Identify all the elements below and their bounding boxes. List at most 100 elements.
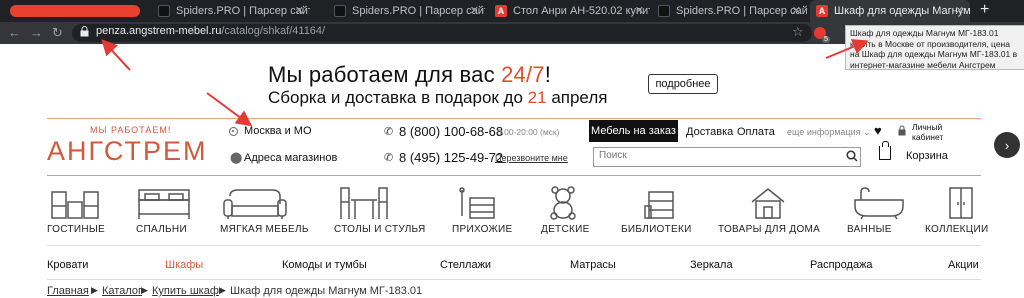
custom-furniture-button[interactable]: Мебель на заказ [589,120,678,142]
cabinet-icon[interactable] [946,186,976,220]
divider [47,175,981,176]
annotation-arrow [101,39,131,71]
category-libraries[interactable]: БИБЛИОТЕКИ [621,224,692,235]
subnav-shelves[interactable]: Стеллажи [440,259,491,271]
shopping-bag-icon[interactable] [879,141,891,160]
nav-payment[interactable]: Оплата [737,126,775,138]
living-room-icon[interactable] [50,186,100,220]
teddy-bear-icon[interactable] [546,186,580,220]
url-host: penza.angstrem-mebel.ru [96,25,222,37]
banner-text: Мы работаем для вас [268,62,502,87]
more-info-dropdown[interactable]: еще информация ⌄ [787,127,871,138]
spider-favicon-icon [334,5,346,17]
subnav-promotions[interactable]: Акции [948,259,979,271]
heart-icon[interactable]: ♥ [874,123,882,138]
tab-tooltip: Шкаф для одежды Магнум МГ-183.01 купить … [845,25,1024,70]
chevron-right-icon: ▶ [91,285,98,295]
spider-favicon-icon [658,5,670,17]
search-placeholder: Поиск [599,150,627,161]
logo-tagline: МЫ РАБОТАЕМ! [90,125,172,135]
close-icon[interactable]: ✕ [635,4,644,17]
category-bathrooms[interactable]: ВАННЫЕ [847,224,892,235]
banner-text: Сборка и доставка в подарок до [268,88,528,107]
browser-tab[interactable]: Spiders.PRO | Парсер сайтов ✕ [320,0,485,22]
chevron-right-icon: ▶ [141,285,148,295]
more-details-button[interactable]: подробнее [648,74,718,94]
new-tab-icon[interactable]: + [980,1,989,19]
browser-tab-strip: Spiders.PRO | Парсер сайтов ✕ Spiders.PR… [0,0,1024,22]
cart-link[interactable]: Корзина [906,150,948,162]
store-addresses-link[interactable]: Адреса магазинов [244,152,337,164]
house-icon[interactable] [750,186,786,220]
breadcrumb-buy-wardrobe[interactable]: Купить шкаф [152,285,219,297]
hallway-icon[interactable] [456,186,496,220]
lock-icon [80,26,89,37]
subnav-dressers[interactable]: Комоды и тумбы [282,259,367,271]
breadcrumb-current: Шкаф для одежды Магнум МГ-183.01 [230,285,423,297]
spider-favicon-icon [158,5,170,17]
tab-label: Стол Анри АН-520.02 купить [513,5,650,17]
close-icon[interactable]: ✕ [792,4,801,17]
bookcase-icon[interactable] [643,186,677,220]
phone-number-1[interactable]: 8 (800) 100-68-68 [399,124,503,139]
close-icon[interactable]: ✕ [955,4,964,17]
browser-tab-active[interactable]: A Шкаф для одежды Магнум М ✕ [810,0,970,22]
banner-headline: Мы работаем для вас 24/7! [268,62,551,88]
browser-tab[interactable]: Spiders.PRO | Парсер сайтов ✕ [150,0,310,22]
angstrem-favicon-icon: A [816,5,828,17]
map-pin-icon: ⬤ [230,152,243,164]
bookmark-star-icon[interactable]: ☆ [792,24,804,40]
phone-icon: ✆ [384,126,394,138]
phone-number-2[interactable]: 8 (495) 125-49-72 [399,150,503,165]
browser-tab[interactable]: Spiders.PRO | Парсер сайтов ✕ [652,0,807,22]
table-chairs-icon[interactable] [337,186,391,220]
chevron-right-icon: ▶ [219,285,226,295]
sofa-icon[interactable] [222,186,288,220]
bedroom-icon[interactable] [135,186,193,220]
category-soft-furniture[interactable]: МЯГКАЯ МЕБЕЛЬ [220,224,309,235]
search-input[interactable] [593,147,861,167]
subnav-beds[interactable]: Кровати [47,259,88,271]
close-icon[interactable]: ✕ [470,4,479,17]
account-link[interactable]: Личный кабинет [912,122,972,142]
breadcrumb-catalog[interactable]: Каталог [102,285,142,297]
divider [47,245,981,246]
category-kids[interactable]: ДЕТСКИЕ [541,224,590,235]
logo[interactable]: АНГСТРЕМ [47,136,208,167]
forward-icon[interactable]: → [30,25,43,40]
banner-text: ! [544,62,552,87]
chevron-right-icon[interactable]: › [994,132,1020,158]
category-collections[interactable]: КОЛЛЕКЦИИ [925,224,988,235]
padlock-icon [898,125,906,136]
breadcrumb-home[interactable]: Главная [47,285,89,297]
category-hallways[interactable]: ПРИХОЖИЕ [452,224,512,235]
browser-tab[interactable]: A Стол Анри АН-520.02 купить ✕ [490,0,650,22]
city-selector[interactable]: Москва и МО [244,125,312,137]
back-icon[interactable]: ← [8,25,21,40]
search-icon[interactable] [846,150,858,162]
tab-label: Spiders.PRO | Парсер сайтов [176,5,310,17]
bathtub-icon[interactable] [851,186,907,220]
category-tables-chairs[interactable]: СТОЛЫ И СТУЛЬЯ [334,224,426,235]
extension-badge: 5 [822,36,830,43]
redacted-tab[interactable] [10,5,140,17]
banner-text: апреля [546,88,608,107]
chevron-down-icon: ⌄ [863,127,871,137]
banner-highlight: 24/7 [501,62,545,87]
subnav-sale[interactable]: Распродажа [810,259,873,271]
tab-label: Шкаф для одежды Магнум М [834,5,970,17]
category-home-goods[interactable]: ТОВАРЫ ДЛЯ ДОМА [718,224,820,235]
tab-label: Spiders.PRO | Парсер сайтов [352,5,485,17]
annotation-arrow [206,92,253,127]
banner-highlight: 21 [527,88,547,107]
reload-icon[interactable]: ↻ [52,25,63,41]
url-text[interactable]: penza.angstrem-mebel.ru/catalog/shkaf/41… [96,25,325,37]
category-bedrooms[interactable]: СПАЛЬНИ [136,224,187,235]
close-icon[interactable]: ✕ [295,4,304,17]
callback-link[interactable]: Перезвоните мне [495,153,568,163]
nav-delivery[interactable]: Доставка [686,126,733,138]
subnav-wardrobes[interactable]: Шкафы [165,259,203,271]
subnav-mirrors[interactable]: Зеркала [690,259,733,271]
subnav-mattresses[interactable]: Матрасы [570,259,616,271]
category-living-rooms[interactable]: ГОСТИНЫЕ [47,224,105,235]
